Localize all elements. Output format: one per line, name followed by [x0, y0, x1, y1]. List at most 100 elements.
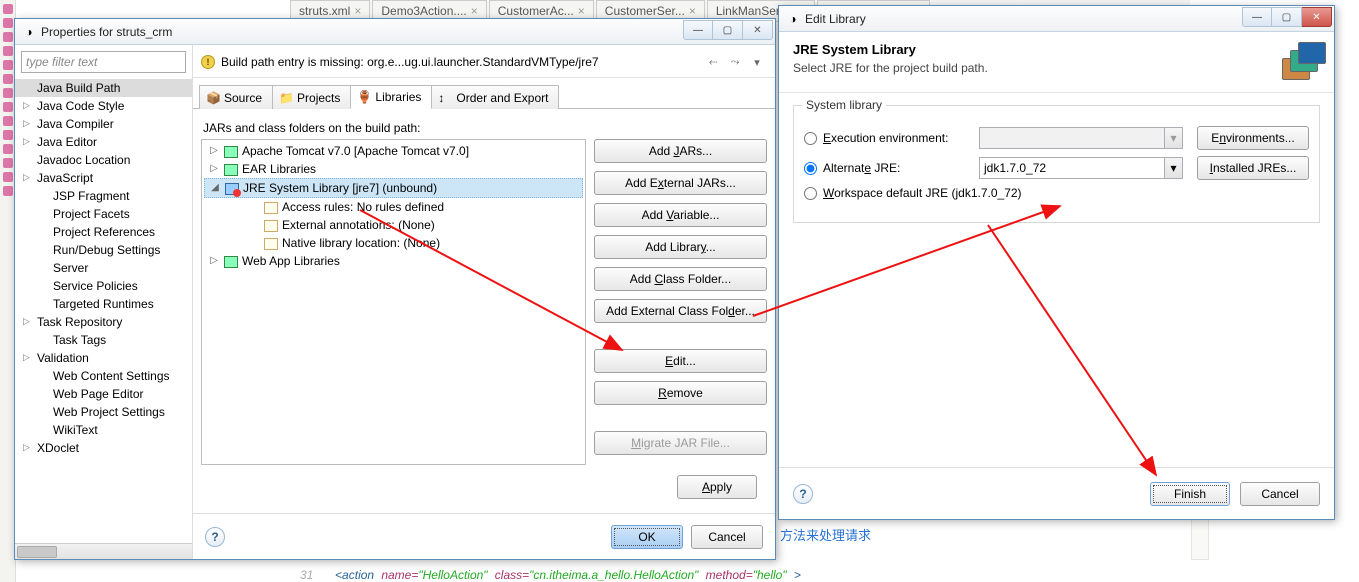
jar-tree[interactable]: ▷Apache Tomcat v7.0 [Apache Tomcat v7.0]… — [201, 139, 586, 465]
eclipse-icon: ◑ — [785, 11, 801, 27]
lib-item[interactable]: ▷EAR Libraries — [204, 160, 583, 178]
installed-jres-button[interactable]: Installed JREs... — [1197, 156, 1309, 180]
tree-item[interactable]: ▷Task Repository — [15, 313, 192, 331]
alternate-jre-radio[interactable] — [804, 162, 817, 175]
titlebar[interactable]: ◑ Edit Library — ▢ ✕ — [779, 6, 1334, 32]
dialog-footer: ? Finish Cancel — [779, 467, 1334, 519]
finish-button[interactable]: Finish — [1150, 482, 1230, 506]
maximize-button[interactable]: ▢ — [713, 20, 743, 40]
doc-icon — [264, 238, 278, 250]
tree-item[interactable]: Project References — [15, 223, 192, 241]
chevron-right-icon[interactable]: ▷ — [23, 352, 30, 363]
environments-button[interactable]: Environments... — [1197, 126, 1309, 150]
add-class-folder-button[interactable]: Add Class Folder... — [594, 267, 767, 291]
remove-button[interactable]: Remove — [594, 381, 767, 405]
back-button[interactable]: ⬸ — [703, 53, 723, 71]
lib-item-jre[interactable]: ◢JRE System Library [jre7] (unbound) — [204, 178, 583, 198]
chevron-right-icon[interactable]: ▷ — [23, 100, 30, 111]
projects-icon: 📁 — [279, 91, 293, 105]
tree-item[interactable]: ▷XDoclet — [15, 439, 192, 457]
maximize-button[interactable]: ▢ — [1272, 7, 1302, 27]
lib-subitem[interactable]: Access rules: No rules defined — [204, 198, 583, 216]
chevron-right-icon[interactable]: ▷ — [208, 145, 220, 156]
tree-item-java-build-path[interactable]: Java Build Path — [15, 79, 192, 97]
workspace-default-radio[interactable] — [804, 187, 817, 200]
tree-item[interactable]: Targeted Runtimes — [15, 295, 192, 313]
chevron-right-icon[interactable]: ▷ — [23, 136, 30, 147]
add-external-jars-button[interactable]: Add External JARs... — [594, 171, 767, 195]
lib-subitem[interactable]: External annotations: (None) — [204, 216, 583, 234]
menu-button[interactable]: ▾ — [747, 53, 767, 71]
tree-item[interactable]: Web Project Settings — [15, 403, 192, 421]
tab-source[interactable]: 📦Source — [199, 85, 273, 109]
chevron-right-icon[interactable]: ▷ — [23, 442, 30, 453]
cancel-button[interactable]: Cancel — [1240, 482, 1320, 506]
add-external-class-folder-button[interactable]: Add External Class Folder... — [594, 299, 767, 323]
close-icon[interactable]: × — [578, 4, 585, 18]
minimize-button[interactable]: — — [683, 20, 713, 40]
window-title: Properties for struts_crm — [41, 25, 683, 39]
tree-item[interactable]: JSP Fragment — [15, 187, 192, 205]
add-library-button[interactable]: Add Library... — [594, 235, 767, 259]
titlebar[interactable]: ◑ Properties for struts_crm — ▢ ✕ — [15, 19, 775, 45]
exec-env-radio[interactable] — [804, 132, 817, 145]
chevron-right-icon[interactable]: ▷ — [23, 316, 30, 327]
apply-button[interactable]: Apply — [677, 475, 757, 499]
order-icon: ↕ — [438, 91, 452, 105]
exec-env-combo[interactable]: ▾ — [979, 127, 1183, 149]
forward-button[interactable]: ⤳ — [725, 53, 745, 71]
add-variable-button[interactable]: Add Variable... — [594, 203, 767, 227]
chevron-right-icon[interactable]: ▷ — [23, 118, 30, 129]
tree-item[interactable]: ▷Java Compiler — [15, 115, 192, 133]
tab-order-export[interactable]: ↕Order and Export — [431, 85, 559, 109]
close-button[interactable]: ✕ — [1302, 7, 1332, 27]
chevron-down-icon[interactable]: ▾ — [1164, 158, 1182, 178]
help-button[interactable]: ? — [793, 484, 813, 504]
minimize-button[interactable]: — — [1242, 7, 1272, 27]
system-library-group: System library Execution environment: ▾ … — [793, 105, 1320, 223]
dialog-subheading: Select JRE for the project build path. — [793, 61, 988, 75]
tree-item[interactable]: WikiText — [15, 421, 192, 439]
alternate-jre-combo[interactable]: jdk1.7.0_72▾ — [979, 157, 1183, 179]
tree-item[interactable]: ▷Validation — [15, 349, 192, 367]
tree-item[interactable]: Server — [15, 259, 192, 277]
close-icon[interactable]: × — [471, 4, 478, 18]
lib-item[interactable]: ▷Web App Libraries — [204, 252, 583, 270]
ok-button[interactable]: OK — [611, 525, 683, 549]
tab-libraries[interactable]: 🏺Libraries — [350, 85, 432, 109]
lib-item[interactable]: ▷Apache Tomcat v7.0 [Apache Tomcat v7.0] — [204, 142, 583, 160]
tree-item[interactable]: ▷Java Editor — [15, 133, 192, 151]
tab-bar: 📦Source 📁Projects 🏺Libraries ↕Order and … — [193, 78, 775, 109]
tree-item[interactable]: Web Content Settings — [15, 367, 192, 385]
edit-button[interactable]: Edit... — [594, 349, 767, 373]
chevron-right-icon[interactable]: ▷ — [208, 255, 220, 266]
tree-item[interactable]: Project Facets — [15, 205, 192, 223]
cancel-button[interactable]: Cancel — [691, 525, 763, 549]
tree-item[interactable]: ▷Java Code Style — [15, 97, 192, 115]
doc-icon — [264, 220, 278, 232]
tree-item[interactable]: Service Policies — [15, 277, 192, 295]
library-icon — [224, 164, 238, 176]
close-icon[interactable]: × — [689, 4, 696, 18]
library-icon — [224, 256, 238, 268]
chevron-down-icon[interactable]: ▾ — [1164, 128, 1182, 148]
tree-item[interactable]: Run/Debug Settings — [15, 241, 192, 259]
horizontal-scrollbar[interactable] — [15, 543, 192, 559]
tree-item[interactable]: ▷JavaScript — [15, 169, 192, 187]
tree-item[interactable]: Javadoc Location — [15, 151, 192, 169]
tab-projects[interactable]: 📁Projects — [272, 85, 351, 109]
chevron-right-icon[interactable]: ▷ — [208, 163, 220, 174]
chevron-down-icon[interactable]: ◢ — [209, 182, 221, 193]
lib-subitem[interactable]: Native library location: (None) — [204, 234, 583, 252]
filter-input[interactable]: type filter text — [21, 51, 186, 73]
button-column: Add JARs... Add External JARs... Add Var… — [594, 139, 767, 465]
add-jars-button[interactable]: Add JARs... — [594, 139, 767, 163]
close-button[interactable]: ✕ — [743, 20, 773, 40]
message-bar: ! Build path entry is missing: org.e...u… — [193, 45, 775, 78]
category-tree[interactable]: Java Build Path ▷Java Code Style ▷Java C… — [15, 77, 192, 543]
chevron-right-icon[interactable]: ▷ — [23, 172, 30, 183]
tree-item[interactable]: Task Tags — [15, 331, 192, 349]
help-button[interactable]: ? — [205, 527, 225, 547]
close-icon[interactable]: × — [354, 4, 361, 18]
tree-item[interactable]: Web Page Editor — [15, 385, 192, 403]
